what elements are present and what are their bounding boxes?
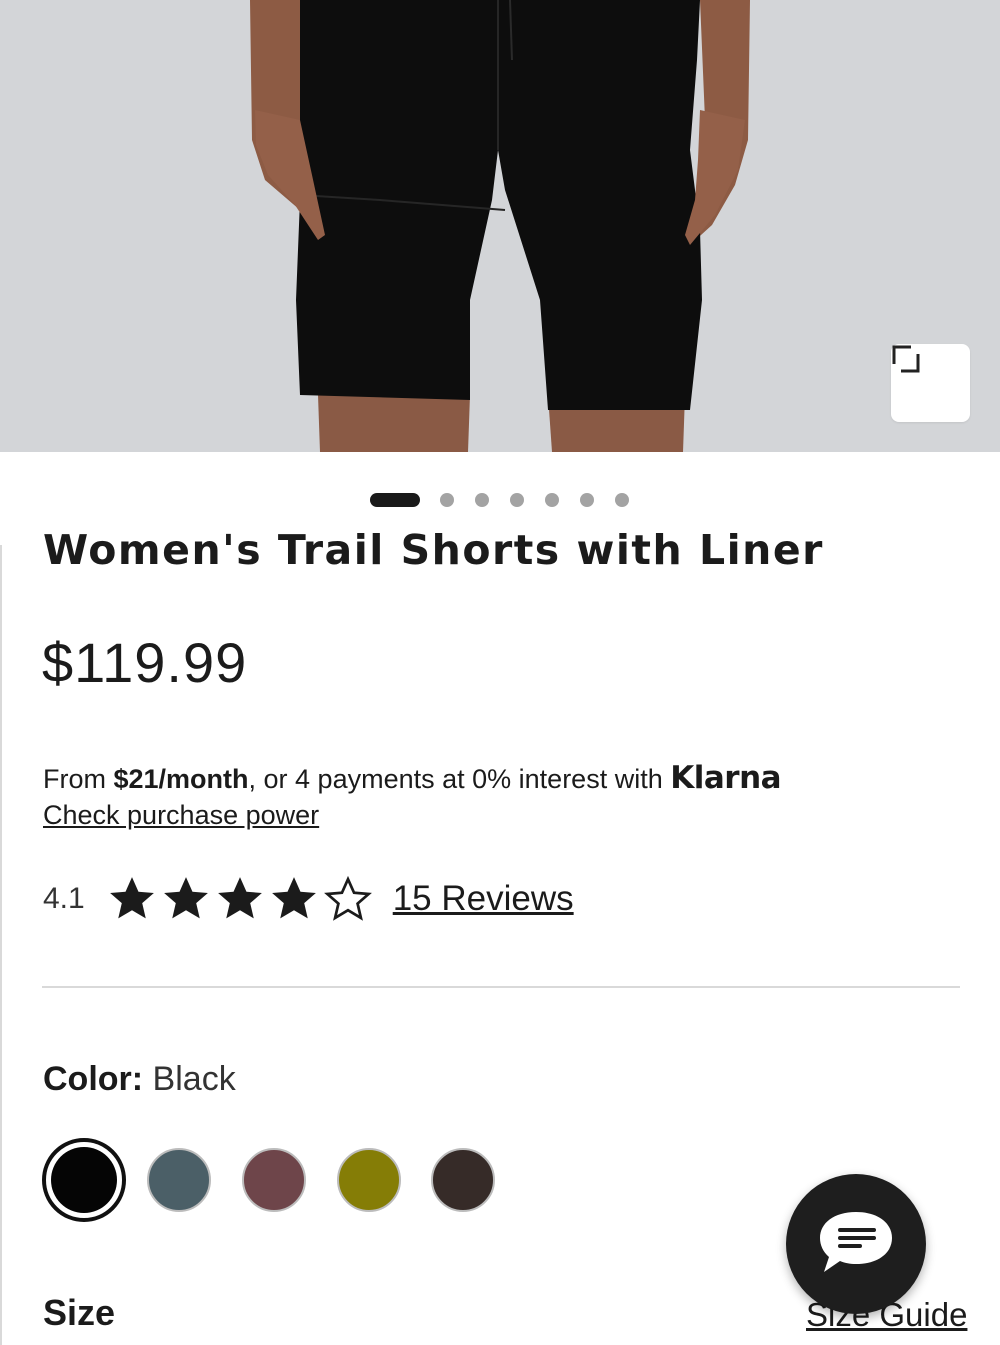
star-filled-icon [217, 877, 262, 919]
klarna-monthly-amount: $21/month [113, 764, 249, 794]
carousel-dot[interactable] [475, 493, 489, 507]
klarna-logo: Klarna [670, 760, 782, 796]
carousel-dot[interactable] [440, 493, 454, 507]
expand-image-button[interactable] [891, 344, 970, 422]
star-filled-icon [271, 877, 316, 919]
left-border [0, 545, 2, 1345]
product-title: Women's Trail Shorts with Liner [43, 530, 824, 574]
divider [42, 986, 960, 988]
rating-row: 4.1 15 Reviews [43, 873, 574, 925]
color-swatch-fill [51, 1147, 117, 1213]
carousel-dot[interactable] [615, 493, 629, 507]
color-swatch-black[interactable] [42, 1138, 126, 1222]
carousel-indicator [0, 492, 1000, 508]
klarna-prefix: From [43, 764, 114, 794]
color-swatch-mauve[interactable] [242, 1148, 306, 1212]
carousel-dot[interactable] [545, 493, 559, 507]
carousel-dot-active[interactable] [370, 493, 420, 507]
check-purchase-power-link[interactable]: Check purchase power [43, 800, 319, 831]
color-label-key: Color: [43, 1060, 144, 1098]
color-swatch-olive[interactable] [337, 1148, 401, 1212]
carousel-dot[interactable] [510, 493, 524, 507]
klarna-financing-text: From $21/month, or 4 payments at 0% inte… [43, 760, 782, 796]
star-filled-icon [109, 877, 154, 919]
color-swatch-brown[interactable] [431, 1148, 495, 1212]
color-selected-value: Black [152, 1060, 236, 1098]
color-label: Color: Black [43, 1060, 236, 1099]
product-image[interactable] [0, 0, 1000, 452]
star-empty-icon [323, 875, 372, 921]
product-photo [0, 0, 1000, 452]
chat-button[interactable] [786, 1174, 926, 1314]
rating-stars [107, 874, 377, 924]
size-label: Size [43, 1292, 116, 1333]
rating-value: 4.1 [43, 882, 85, 915]
carousel-dot[interactable] [580, 493, 594, 507]
reviews-link[interactable]: 15 Reviews [393, 879, 574, 919]
expand-icon [892, 345, 920, 373]
star-filled-icon [163, 877, 208, 919]
product-price: $119.99 [42, 631, 248, 694]
color-swatch-slate[interactable] [147, 1148, 211, 1212]
chat-icon [820, 1212, 892, 1272]
klarna-suffix: , or 4 payments at 0% interest with [248, 764, 671, 794]
